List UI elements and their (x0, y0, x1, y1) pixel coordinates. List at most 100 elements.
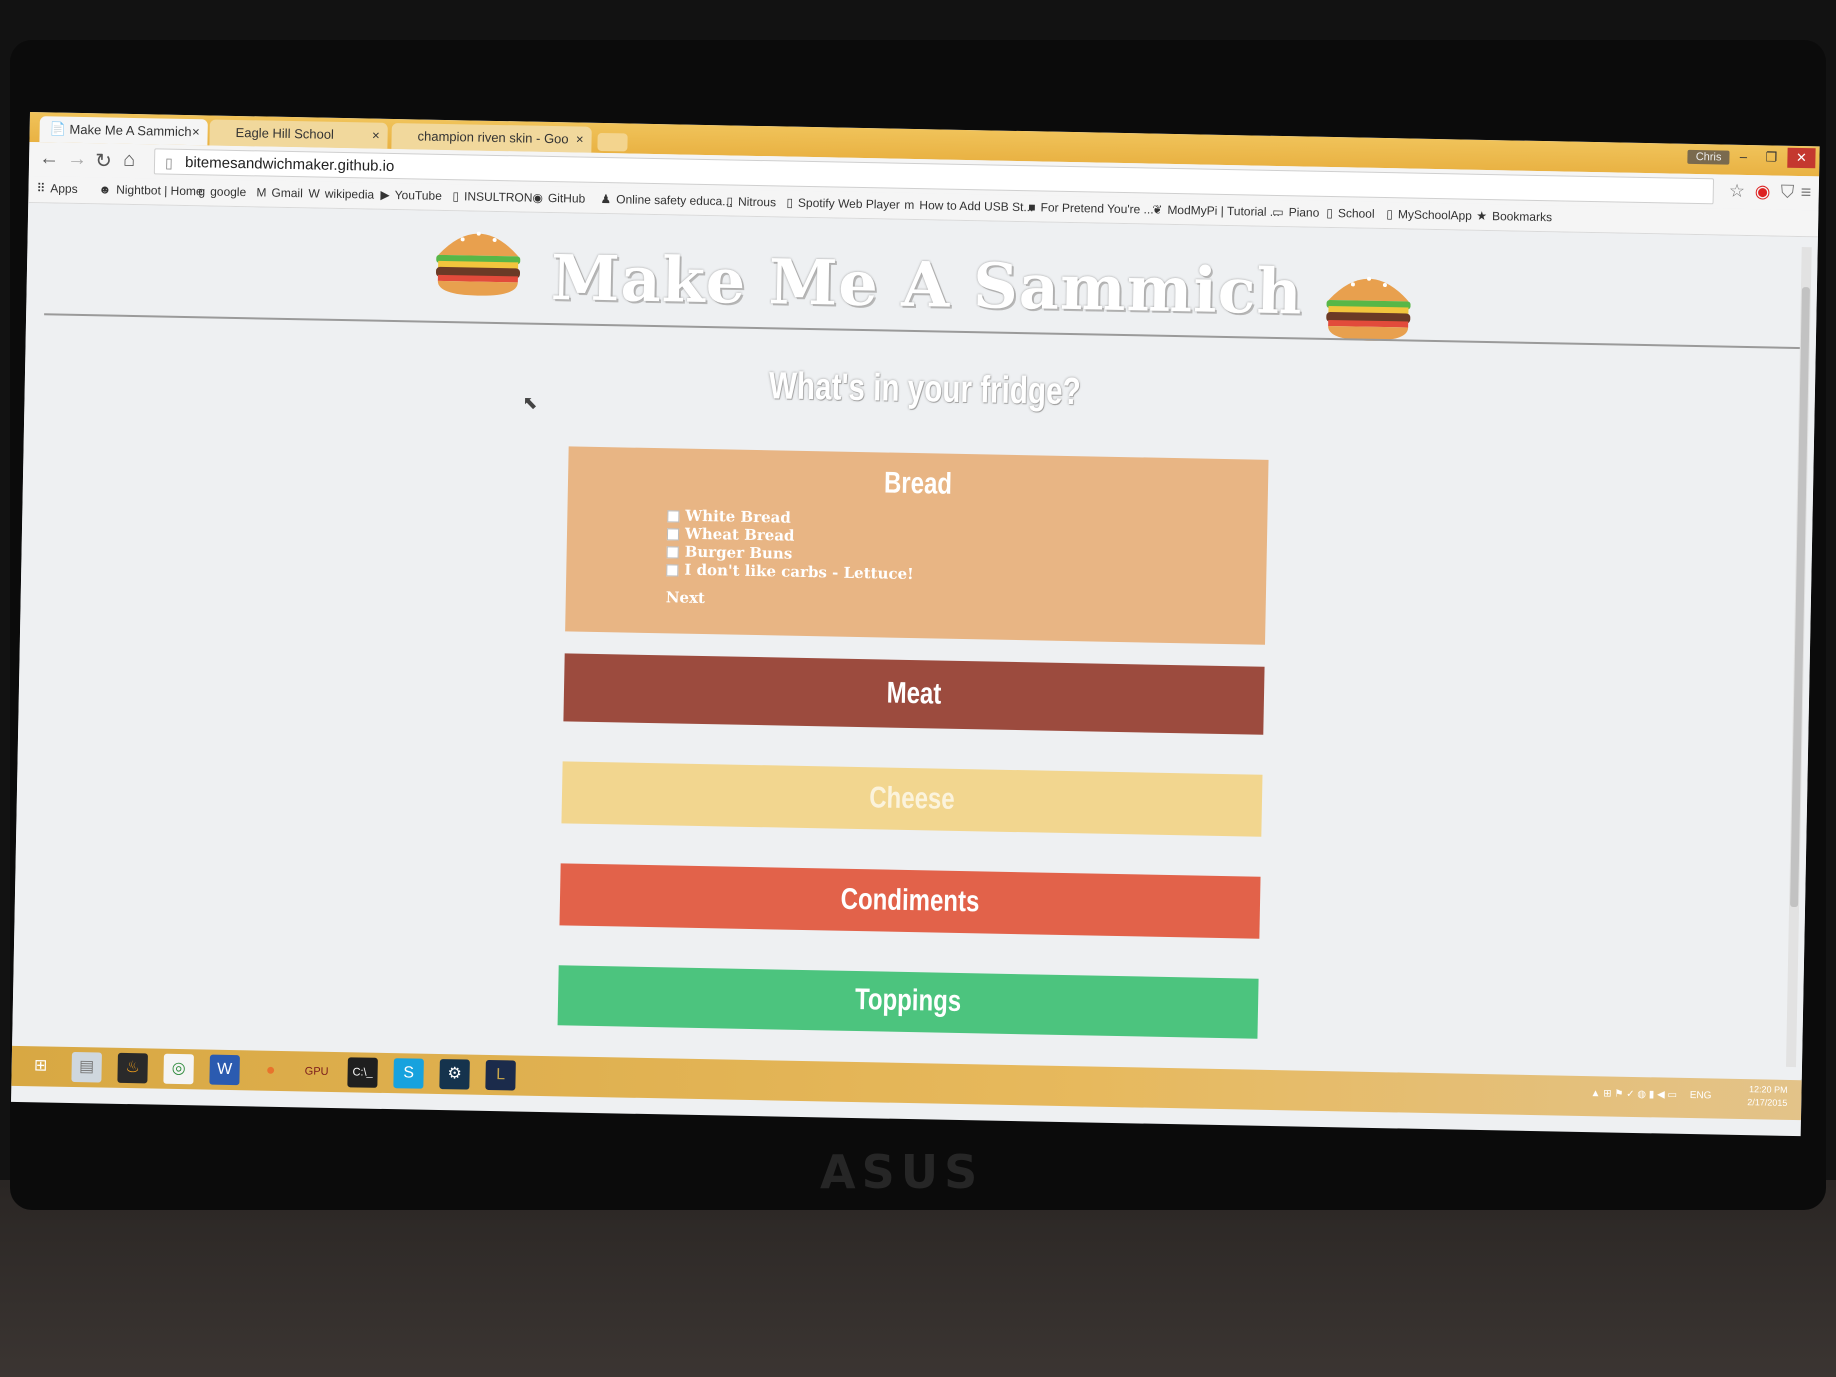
bookmark-label: ModMyPi | Tutorial ... (1167, 202, 1280, 220)
bookmark-bookmarks[interactable]: ★ Bookmarks (1476, 209, 1552, 224)
bookmark-label: Piano (1288, 205, 1320, 220)
raspberry-icon: ❦ (1152, 202, 1163, 217)
bookmark-for-pretend-you-re[interactable]: ■ For Pretend You're ... (1028, 200, 1154, 216)
word-icon[interactable]: W (209, 1054, 240, 1086)
bookmark-star-icon[interactable]: ☆ (1729, 181, 1746, 202)
laptop-brand-logo: ASUS (820, 1145, 984, 1199)
close-tab-icon[interactable]: × (192, 119, 200, 145)
page-icon: ▯ (164, 154, 173, 171)
bread-options: White Bread Wheat Bread Burger Buns I do… (666, 506, 915, 583)
user-profile-badge[interactable]: Chris (1687, 149, 1730, 165)
checkbox[interactable] (666, 546, 679, 559)
apps-grid-icon: ⠿ (36, 181, 46, 196)
bookmark-online-safety-educa[interactable]: ♟ Online safety educa... (600, 192, 732, 209)
tab-make-me-a-sammich[interactable]: 📄 Make Me A Sammich × (39, 116, 208, 146)
gmail-icon: M (256, 185, 267, 200)
meat-section[interactable]: Meat (563, 653, 1265, 735)
bookmark-nightbot-home[interactable]: ☻ Nightbot | Home (98, 182, 202, 198)
mouse-cursor-icon: ⬉ (522, 392, 538, 413)
square-icon: ■ (1028, 200, 1036, 215)
option-label: Wheat Bread (684, 524, 795, 545)
reload-icon[interactable]: ↻ (95, 148, 112, 173)
game-app-icon[interactable]: GPU (301, 1056, 332, 1087)
bookmark-label: For Pretend You're ... (1040, 200, 1154, 217)
cheese-section[interactable]: Cheese (561, 761, 1263, 837)
fire-app-icon[interactable]: ♨ (117, 1052, 148, 1084)
checkbox[interactable] (666, 528, 680, 541)
chrome-icon[interactable]: ◎ (163, 1053, 194, 1085)
nightbot-icon: ☻ (98, 182, 112, 197)
steam-icon[interactable]: ⚙ (439, 1059, 470, 1090)
checkbox[interactable] (667, 510, 680, 523)
bookmark-label: Gmail (271, 185, 303, 201)
tab-label: champion riven skin - Goo (417, 128, 569, 147)
checkbox[interactable] (666, 564, 679, 577)
bookmark-label: Online safety educa... (616, 192, 733, 209)
burger-icon (435, 231, 521, 296)
extension-opera-icon[interactable]: ◉ (1755, 181, 1771, 202)
bookmark-how-to-add-usb-st[interactable]: m How to Add USB St... (904, 198, 1033, 214)
windows-start-icon[interactable]: ⊞ (25, 1051, 56, 1082)
bookmark-label: Spotify Web Player (797, 195, 900, 212)
clock-date: 2/17/2015 (1747, 1097, 1788, 1108)
bookmark-label: Nightbot | Home (116, 182, 203, 199)
youtube-icon: ▶ (380, 187, 390, 202)
page-icon: 📄 (49, 121, 67, 137)
bookmark-label: Apps (50, 181, 78, 196)
tab-eagle-hill-school[interactable]: Eagle Hill School × (209, 119, 388, 149)
bookmark-myschoolapp[interactable]: ▯ MySchoolApp (1386, 207, 1472, 223)
bread-heading: Bread (883, 466, 953, 501)
tab-label: Make Me A Sammich (69, 121, 192, 140)
orange-app-icon[interactable]: ● (255, 1056, 286, 1087)
meat-heading: Meat (886, 676, 942, 711)
language-indicator[interactable]: ENG (1690, 1090, 1712, 1101)
page-icon: ▯ (1386, 207, 1394, 222)
toppings-section[interactable]: Toppings (557, 965, 1259, 1039)
back-arrow-icon[interactable]: ← (39, 147, 59, 170)
next-button[interactable]: Next (666, 588, 705, 607)
bookmark-label: INSULTRON (463, 189, 533, 205)
bookmark-gmail[interactable]: M Gmail (256, 185, 303, 200)
notification-icons[interactable]: ▲ ⊞ ⚑ ✓ ◍ ▮ ◀ ▭ (1590, 1088, 1677, 1101)
bookmark-google[interactable]: g google (198, 184, 246, 199)
bookmark-nitrous[interactable]: ▯ Nitrous (726, 194, 776, 209)
bookmark-youtube[interactable]: ▶ YouTube (380, 188, 442, 203)
bookmark-insultron[interactable]: ▯ INSULTRON (452, 189, 532, 205)
extension-shield-icon[interactable]: ⛉ (1781, 182, 1795, 203)
forward-arrow-icon[interactable]: → (67, 148, 87, 171)
bookmark-school[interactable]: ▯ School (1326, 206, 1375, 221)
tab-label: Eagle Hill School (235, 124, 335, 142)
web-page: Make Me A Sammich What's in your fridge?… (12, 202, 1818, 1080)
command-prompt-icon[interactable]: C:\_ (347, 1057, 378, 1088)
close-window-icon[interactable]: ✕ (1787, 147, 1816, 169)
toppings-heading: Toppings (854, 983, 962, 1019)
taskbar-clock[interactable]: 12:20 PM 2/17/2015 (1747, 1083, 1788, 1110)
page-subtitle: What's in your fridge? (768, 365, 1082, 414)
home-icon[interactable]: ⌂ (123, 149, 136, 172)
bookmark-github[interactable]: ◉ GitHub (532, 191, 585, 206)
bookmark-label: Nitrous (737, 194, 777, 210)
tab-champion-riven-skin[interactable]: champion riven skin - Goo × (391, 122, 592, 153)
option-label: Burger Buns (684, 542, 793, 563)
page-icon: ▯ (786, 195, 794, 210)
clock-time: 12:20 PM (1748, 1084, 1788, 1095)
bookmark-apps[interactable]: ⠿ Apps (36, 181, 77, 196)
skype-icon[interactable]: S (393, 1058, 424, 1089)
bookmark-modmypi-tutorial[interactable]: ❦ ModMyPi | Tutorial ... (1152, 203, 1280, 219)
folder-icon: ▭ (1272, 204, 1284, 220)
bookmark-piano[interactable]: ▭ Piano (1272, 205, 1319, 220)
option-lettuce[interactable]: I don't like carbs - Lettuce! (666, 560, 914, 583)
bookmark-spotify-web-player[interactable]: ▯ Spotify Web Player (786, 196, 900, 212)
menu-icon[interactable]: ≡ (1801, 182, 1812, 203)
league-of-legends-icon[interactable]: L (485, 1059, 516, 1091)
address-text: bitemesandwichmaker.github.io (184, 153, 395, 176)
restore-icon[interactable]: ❐ (1757, 147, 1785, 168)
new-tab-button[interactable] (597, 132, 628, 152)
close-tab-icon[interactable]: × (372, 123, 380, 149)
page-icon: ▯ (1326, 205, 1334, 221)
close-tab-icon[interactable]: × (576, 126, 584, 152)
file-explorer-icon[interactable]: ▤ (71, 1051, 102, 1083)
condiments-section[interactable]: Condiments (559, 863, 1261, 939)
bookmark-wikipedia[interactable]: Wwikipedia (308, 186, 374, 201)
minimize-icon[interactable]: – (1729, 147, 1757, 168)
